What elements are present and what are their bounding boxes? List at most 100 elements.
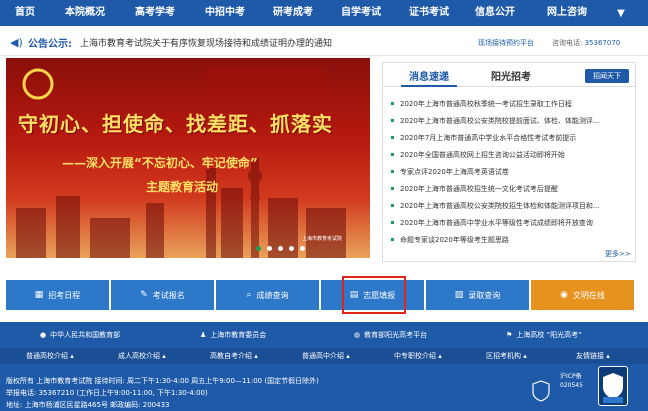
news-item-title: 命题专家谈2020年等级考生题思路 bbox=[400, 235, 509, 244]
nav-disclosure[interactable]: 信息公开 bbox=[462, 0, 528, 26]
bullet-icon bbox=[391, 102, 394, 105]
notice-text[interactable]: 上海市教育考试院关于有序恢复现场接待和成绩证明办理的通知 bbox=[80, 36, 332, 49]
footer-report: 举报电话: 35367210 (工作日上午9:00-11:00, 下午1:30-… bbox=[6, 389, 208, 397]
list-item[interactable]: 2020年上海市普通高校秋季统一考试招生录取工作日程 bbox=[391, 95, 631, 112]
shec-link[interactable]: ♟ 上海市教育委员会 bbox=[200, 330, 266, 340]
nav-zikao[interactable]: 自学考试 bbox=[326, 0, 396, 26]
bullet-icon bbox=[391, 119, 394, 122]
nav-about[interactable]: 本院概况 bbox=[50, 0, 120, 26]
list-item[interactable]: 2020年上海市普通高校招生统一文化考试考后提醒 bbox=[391, 180, 631, 197]
calendar-icon: ▦ bbox=[34, 290, 44, 300]
news-item-title: 2020年7月上海市普通高中学业水平合格性考试考前提示 bbox=[400, 133, 577, 142]
news-item-title: 2020年上海市普通高中学业水平等级性考试成绩即将开放查询 bbox=[400, 218, 593, 227]
carousel-dot[interactable] bbox=[267, 246, 272, 251]
nav-gaokao[interactable]: 高考学考 bbox=[120, 0, 190, 26]
icp-shield-icon bbox=[532, 380, 550, 402]
tab-sunshine[interactable]: 阳光招考 bbox=[491, 68, 531, 83]
flag-icon: ⚑ bbox=[506, 331, 513, 339]
subnav-district[interactable]: 区招考机构 ▴ bbox=[486, 351, 527, 361]
highlight-box bbox=[342, 276, 406, 314]
admission-query-button[interactable]: ▧ 录取查询 bbox=[426, 280, 529, 310]
news-item-title: 2020年上海市普通高校公安类院校招生体检和体能测评项目和... bbox=[400, 201, 600, 210]
civility-online-button[interactable]: ◉ 文明在线 bbox=[531, 280, 634, 310]
chsi-link[interactable]: ◍ 教育部阳光高考平台 bbox=[354, 330, 427, 340]
sh-sunshine-link[interactable]: ⚑ 上海高校 “阳光高考” bbox=[506, 330, 582, 340]
news-item-title: 专家点评2020年上海高考英语试卷 bbox=[400, 167, 509, 176]
subnav-selfstudy[interactable]: 高教自考介绍 ▴ bbox=[210, 351, 258, 361]
bullet-icon bbox=[391, 238, 394, 241]
score-query-button[interactable]: ⌕ 成绩查询 bbox=[216, 280, 319, 310]
news-panel: 消息速递 阳光招考 招闻天下 2020年上海市普通高校秋季统一考试招生录取工作日… bbox=[382, 62, 636, 262]
schedule-button[interactable]: ▦ 招考日程 bbox=[6, 280, 109, 310]
quick-label: 文明在线 bbox=[572, 290, 605, 300]
link-label: 上海高校 “阳光高考” bbox=[516, 331, 582, 339]
bullet-icon bbox=[391, 187, 394, 190]
link-label: 中华人民共和国教育部 bbox=[50, 331, 121, 339]
link-label: 教育部阳光高考平台 bbox=[364, 331, 428, 339]
bullet-icon bbox=[391, 170, 394, 173]
link-label: 上海市教育委员会 bbox=[210, 331, 267, 339]
footer-copyright: 版权所有 上海市教育考试院 接待时间: 周二下午1:30-4:00 周五上午9:… bbox=[6, 377, 319, 385]
subnav-vocational[interactable]: 中专职校介绍 ▴ bbox=[394, 351, 442, 361]
banner-subtitle-2: 主题教育活动 bbox=[146, 180, 219, 194]
news-item-title: 2020年上海市普通高校招生统一文化考试考后提醒 bbox=[400, 184, 558, 193]
top-nav: 首页 本院概况 高考学考 中招中考 研考成考 自学考试 证书考试 信息公开 网上… bbox=[0, 0, 648, 26]
carousel-dot[interactable] bbox=[256, 246, 261, 251]
tab-underline bbox=[401, 85, 457, 87]
registration-button[interactable]: ✎ 考试报名 bbox=[111, 280, 214, 310]
subnav-universities[interactable]: 普通高校介绍 ▴ bbox=[26, 351, 74, 361]
list-item[interactable]: 2020年上海市普通高校公安类院校招生体检和体能测评项目和... bbox=[391, 197, 631, 214]
bullet-icon bbox=[391, 204, 394, 207]
tab-news[interactable]: 消息速递 bbox=[409, 68, 449, 83]
list-item[interactable]: 2020年上海市普通高校公安类院校提前面试、体检、体能测评... bbox=[391, 112, 631, 129]
list-item[interactable]: 2020年上海市普通高中学业水平等级性考试成绩即将开放查询 bbox=[391, 214, 631, 231]
trust-badge-icon[interactable] bbox=[598, 366, 628, 406]
moe-link[interactable]: ● 中华人民共和国教育部 bbox=[40, 330, 120, 340]
nav-home[interactable]: 首页 bbox=[0, 0, 50, 26]
bullet-icon bbox=[391, 221, 394, 224]
icp-record[interactable]: 沪ICP备 020545 bbox=[560, 372, 583, 390]
footer: 版权所有 上海市教育考试院 接待时间: 周二下午1:30-4:00 周五上午9:… bbox=[0, 364, 648, 411]
document-icon: ▧ bbox=[454, 290, 464, 300]
banner-slogan: 守初心、担使命、找差距、抓落实 bbox=[18, 112, 333, 136]
nav-certificate[interactable]: 证书考试 bbox=[396, 0, 462, 26]
emblem-icon: ● bbox=[40, 331, 47, 339]
news-more-link[interactable]: 更多>> bbox=[605, 249, 631, 259]
news-more-button[interactable]: 招闻天下 bbox=[585, 69, 629, 83]
list-item[interactable]: 命题专家谈2020年等级考生题思路 bbox=[391, 231, 631, 248]
reservation-link[interactable]: 现场接待预约平台 bbox=[478, 38, 534, 48]
phone-label: 咨询电话: bbox=[552, 39, 583, 47]
subnav-friendly[interactable]: 友情链接 ▴ bbox=[576, 351, 610, 361]
carousel-dot[interactable] bbox=[289, 246, 294, 251]
consult-phone: 咨询电话: 35367070 bbox=[552, 38, 620, 48]
news-tabs: 消息速递 阳光招考 招闻天下 bbox=[383, 63, 635, 87]
chevron-down-icon[interactable]: ▼ bbox=[606, 8, 636, 19]
banner-org: 上海市教育考试院 bbox=[302, 236, 343, 242]
carousel-dot[interactable] bbox=[300, 246, 305, 251]
quick-links: ▦ 招考日程 ✎ 考试报名 ⌕ 成绩查询 ▤ 志愿填报 ▧ 录取查询 ◉ 文明在线 bbox=[6, 280, 634, 310]
nav-yankao[interactable]: 研考成考 bbox=[260, 0, 326, 26]
notice-label: 公告公示: bbox=[28, 39, 72, 50]
search-icon: ⌕ bbox=[246, 290, 252, 300]
list-item[interactable]: 专家点评2020年上海高考英语试卷 bbox=[391, 163, 631, 180]
banner-subtitle: ——深入开展“不忘初心、牢记使命” bbox=[62, 156, 258, 170]
news-item-title: 2020年全国普通高校网上招生咨询公益活动即将开始 bbox=[400, 150, 565, 159]
bullet-icon bbox=[391, 136, 394, 139]
footer-address: 地址: 上海市杨浦区民星路465号 邮政编码: 200433 bbox=[6, 401, 170, 409]
quick-label: 招考日程 bbox=[48, 290, 81, 300]
list-item[interactable]: 2020年全国普通高校网上招生咨询公益活动即将开始 bbox=[391, 146, 631, 163]
subnav-highschool[interactable]: 普通高中介绍 ▴ bbox=[302, 351, 350, 361]
news-list: 2020年上海市普通高校秋季统一考试招生录取工作日程 2020年上海市普通高校公… bbox=[391, 95, 631, 248]
bullet-icon bbox=[391, 153, 394, 156]
skyline bbox=[16, 158, 346, 258]
news-item-title: 2020年上海市普通高校公安类院校提前面试、体检、体能测评... bbox=[400, 116, 600, 125]
quick-label: 录取查询 bbox=[468, 290, 501, 300]
nav-consult[interactable]: 网上咨询 bbox=[528, 0, 606, 26]
person-icon: ♟ bbox=[200, 331, 207, 339]
list-item[interactable]: 2020年7月上海市普通高中学业水平合格性考试考前提示 bbox=[391, 129, 631, 146]
news-item-title: 2020年上海市普通高校秋季统一考试招生录取工作日程 bbox=[400, 99, 572, 108]
banner-carousel[interactable]: 守初心、担使命、找差距、抓落实 ——深入开展“不忘初心、牢记使命” 主题教育活动… bbox=[6, 58, 370, 258]
subnav-adult[interactable]: 成人高校介绍 ▴ bbox=[118, 351, 166, 361]
carousel-dot[interactable] bbox=[278, 246, 283, 251]
nav-zhongkao[interactable]: 中招中考 bbox=[190, 0, 260, 26]
